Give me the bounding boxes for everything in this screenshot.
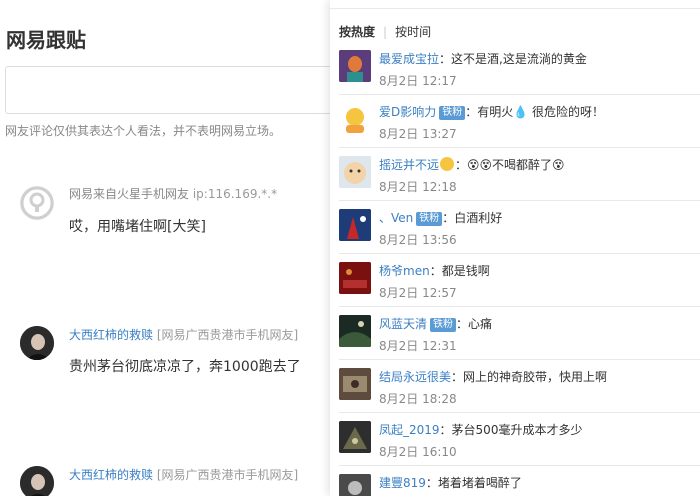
comment-time: 8月2日 16:10 [379,445,457,459]
comment-text: ：网上的神奇胶带，快用上啊 [451,370,608,384]
user-photo-icon [20,466,54,496]
comment-text: ：有明火💧 很危险的呀！ [465,105,605,119]
comment-time: 8月2日 12:31 [379,339,457,353]
list-item: 建豐819：堵着堵着喝醉了 [330,466,700,496]
comment-username[interactable]: 最爱成宝拉 [379,52,439,66]
comment-text: ：😵😵不喝都醉了😵 [455,158,565,172]
comment-username[interactable]: 风蓝天清 [379,317,427,331]
avatar[interactable] [339,103,371,135]
user-photo-icon [339,103,371,135]
comment-line: 风蓝天清 铁粉 ：心痛 [379,315,492,332]
list-item: 爱D影响力 铁粉 ：有明火💧 很危险的呀！ 8月2日 13:27 [330,95,700,148]
avatar[interactable] [339,209,371,241]
tab-separator: | [383,25,388,39]
user-photo-icon [339,156,371,188]
comment-time: 8月2日 12:17 [379,74,457,88]
comment-username[interactable]: 大西红柿的救赎 [69,328,153,342]
comment-text: ：堵着堵着喝醉了 [425,476,522,490]
comment-time: 8月2日 18:28 [379,392,457,406]
avatar[interactable] [339,474,371,496]
default-avatar-icon [20,186,54,220]
comment-text: 哎，用嘴堵住啊[大笑] [69,219,206,235]
comment-line: 凤起_2019：茅台500毫升成本才多少 [379,421,582,438]
comment-line: 建豐819：堵着堵着喝醉了 [379,474,522,491]
comment-line: 爱D影响力 铁粉 ：有明火💧 很危险的呀！ [379,103,604,120]
comment-ip: ip:116.169.*.* [192,187,278,201]
comment-username[interactable]: 杨爷men [379,264,430,278]
comment-line: 、Ven 铁粉 ：白酒利好 [379,209,502,226]
comment-text: ：心痛 [456,317,493,331]
avatar[interactable] [339,421,371,453]
comment-input[interactable] [5,66,330,114]
comment-user-line: 大西红柿的救赎 [网易广西贵港市手机网友] [69,326,298,343]
user-photo-icon [339,315,371,347]
avatar[interactable] [20,466,54,496]
comment-time: 8月2日 13:27 [379,127,457,141]
list-item: 风蓝天清 铁粉 ：心痛 8月2日 12:31 [330,307,700,360]
page-title: 网易跟贴 [6,28,86,52]
comment-location: [网易广西贵港市手机网友] [156,468,299,482]
comment-username[interactable]: 凤起_2019 [379,423,440,437]
user-photo-icon [339,474,371,496]
avatar[interactable] [339,262,371,294]
list-item: 、Ven 铁粉 ：白酒利好 8月2日 13:56 [330,201,700,254]
hot-comments-panel: 按热度 | 按时间 最爱成宝拉：这不是酒,这是流淌的黄金 8月2日 12:17 爱D… [330,0,700,496]
comment-username[interactable]: 摇远并不远 [379,158,439,172]
comment-user-line: 大西红柿的救赎 [网易广西贵港市手机网友] [69,466,298,483]
user-photo-icon [20,326,54,360]
divider [330,8,700,9]
comment-line: 最爱成宝拉：这不是酒,这是流淌的黄金 [379,50,587,67]
comment-username[interactable]: 、Ven [379,211,413,225]
avatar[interactable] [339,156,371,188]
fan-badge: 铁粉 [416,212,443,226]
comment-time: 8月2日 13:56 [379,233,457,247]
comment-username[interactable]: 建豐819 [379,476,426,490]
list-item: 杨爷men：都是钱啊 8月2日 12:57 [330,254,700,307]
comment-location: [网易广西贵港市手机网友] [156,328,299,342]
comment-line: 摇远并不远 ：😵😵不喝都醉了😵 [379,156,565,173]
avatar[interactable] [339,50,371,82]
user-photo-icon [339,262,371,294]
comment-time: 8月2日 12:57 [379,286,457,300]
user-photo-icon [339,368,371,400]
comment-text: ：这不是酒,这是流淌的黄金 [439,52,587,66]
list-item: 结局永远很美：网上的神奇胶带，快用上啊 8月2日 18:28 [330,360,700,413]
comment-text: ：都是钱啊 [429,264,490,278]
comment-user-line: 网易来自火星手机网友 ip:116.169.*.* [69,185,277,202]
comment-line: 结局永远很美：网上的神奇胶带，快用上啊 [379,368,607,385]
user-photo-icon [339,209,371,241]
comment-section: 网易跟贴 网友评论仅供其表达个人看法，并不表明网易立场。 网易来自火星手机网友 … [0,0,330,496]
fan-badge: 铁粉 [439,106,466,120]
comment-text: ：茅台500毫升成本才多少 [439,423,583,437]
avatar[interactable] [20,326,54,360]
comment-username[interactable]: 爱D影响力 [379,105,436,119]
sort-tabs: 按热度 | 按时间 [339,23,431,40]
list-item: 摇远并不远 ：😵😵不喝都醉了😵 8月2日 12:18 [330,148,700,201]
disclaimer-text: 网友评论仅供其表达个人看法，并不表明网易立场。 [5,124,282,138]
list-item: 凤起_2019：茅台500毫升成本才多少 8月2日 16:10 [330,413,700,466]
avatar[interactable] [20,186,54,220]
fan-badge: 铁粉 [430,318,457,332]
comment-username[interactable]: 网易来自火星手机网友 [69,187,189,201]
tab-sort-by-heat[interactable]: 按热度 [339,25,375,39]
emoji-icon [440,157,455,171]
comment-username[interactable]: 大西红柿的救赎 [69,468,153,482]
comment-line: 杨爷men：都是钱啊 [379,262,490,279]
user-photo-icon [339,50,371,82]
comment-username[interactable]: 结局永远很美 [379,370,451,384]
comment-time: 8月2日 12:18 [379,180,457,194]
user-photo-icon [339,421,371,453]
list-item: 最爱成宝拉：这不是酒,这是流淌的黄金 8月2日 12:17 [330,42,700,95]
comment-text: ：白酒利好 [442,211,503,225]
avatar[interactable] [339,368,371,400]
tab-sort-by-time[interactable]: 按时间 [395,25,431,39]
avatar[interactable] [339,315,371,347]
comment-text: 贵州茅台彻底凉凉了，奔1000跑去了 [69,359,301,375]
